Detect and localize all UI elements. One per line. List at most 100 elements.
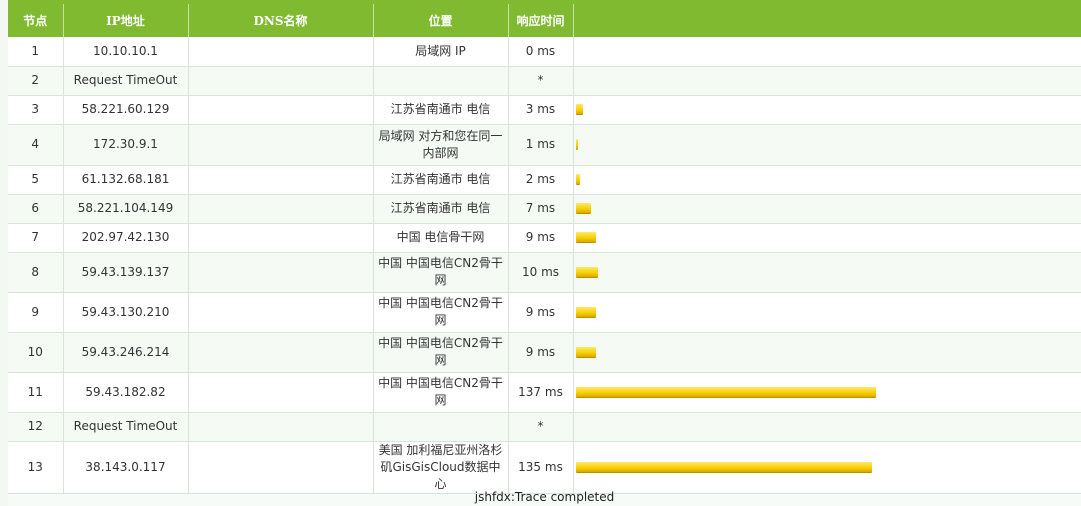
table-row: 13 38.143.0.117 美国 加利福尼亚州洛杉矶GisGisCloud数据中…	[8, 441, 1081, 494]
table-row: 1 10.10.10.1 局域网 IP 0 ms	[8, 37, 1081, 67]
latency-bar	[575, 346, 596, 358]
location-cell	[373, 412, 509, 442]
location-cell: 局域网 对方和您在同一内部网	[373, 124, 509, 166]
location-cell: 美国 加利福尼亚州洛杉矶GisGisCloud数据中心	[373, 441, 509, 494]
latency-bar	[575, 461, 872, 473]
dns-cell	[188, 165, 374, 195]
ip-cell: 59.43.246.214	[63, 332, 189, 373]
ip-cell: 59.43.139.137	[63, 252, 189, 293]
latency-bar	[575, 139, 578, 150]
table-row: 3 58.221.60.129 江苏省南通市 电信 3 ms	[8, 95, 1081, 125]
header-row: 节点 IP地址 DNS名称 位置 响应时间	[8, 4, 1081, 37]
bar-cell	[573, 124, 1081, 166]
trace-panel: 节点 IP地址 DNS名称 位置 响应时间 1 10.10.10.1 局域网 IP 0…	[8, 0, 1081, 506]
location-cell: 中国 中国电信CN2骨干网	[373, 252, 509, 293]
dns-cell	[188, 37, 374, 67]
time-cell: 1 ms	[508, 124, 574, 166]
time-cell: 0 ms	[508, 37, 574, 67]
dns-cell	[188, 223, 374, 253]
time-cell: 3 ms	[508, 95, 574, 125]
location-cell	[373, 66, 509, 96]
hop-cell: 8	[8, 252, 64, 293]
table-row: 5 61.132.68.181 江苏省南通市 电信 2 ms	[8, 165, 1081, 195]
ip-cell: 61.132.68.181	[63, 165, 189, 195]
table-row: 8 59.43.139.137 中国 中国电信CN2骨干网 10 ms	[8, 252, 1081, 293]
hop-cell: 6	[8, 194, 64, 224]
dns-cell	[188, 372, 374, 413]
ip-cell: 202.97.42.130	[63, 223, 189, 253]
bar-cell	[573, 95, 1081, 125]
time-cell: 2 ms	[508, 165, 574, 195]
ip-cell: Request TimeOut	[63, 66, 189, 96]
bar-cell	[573, 292, 1081, 333]
time-cell: 9 ms	[508, 332, 574, 373]
bar-cell	[573, 37, 1081, 67]
latency-bar	[575, 386, 876, 398]
latency-bar	[575, 104, 583, 115]
hop-cell: 10	[8, 332, 64, 373]
location-cell: 中国 中国电信CN2骨干网	[373, 332, 509, 373]
location-cell: 江苏省南通市 电信	[373, 194, 509, 224]
bar-cell	[573, 66, 1081, 96]
hop-cell: 1	[8, 37, 64, 67]
header-bar	[573, 4, 1081, 37]
bar-cell	[573, 332, 1081, 373]
location-cell: 中国 中国电信CN2骨干网	[373, 372, 509, 413]
bar-cell	[573, 252, 1081, 293]
header-hop: 节点	[8, 4, 64, 37]
bar-cell	[573, 165, 1081, 195]
latency-bar	[575, 306, 596, 318]
hop-cell: 4	[8, 124, 64, 166]
bar-cell	[573, 223, 1081, 253]
ip-cell: 172.30.9.1	[63, 124, 189, 166]
table-row: 2 Request TimeOut *	[8, 66, 1081, 96]
time-cell: *	[508, 66, 574, 96]
time-cell: 137 ms	[508, 372, 574, 413]
header-ip: IP地址	[63, 4, 189, 37]
hop-cell: 11	[8, 372, 64, 413]
dns-cell	[188, 124, 374, 166]
location-cell: 中国 中国电信CN2骨干网	[373, 292, 509, 333]
table-row: 9 59.43.130.210 中国 中国电信CN2骨干网 9 ms	[8, 292, 1081, 333]
time-cell: 10 ms	[508, 252, 574, 293]
bar-cell	[573, 372, 1081, 413]
bar-cell	[573, 412, 1081, 442]
dns-cell	[188, 66, 374, 96]
latency-bar	[575, 232, 596, 243]
ip-cell: Request TimeOut	[63, 412, 189, 442]
location-cell: 局域网 IP	[373, 37, 509, 67]
trace-table: 节点 IP地址 DNS名称 位置 响应时间 1 10.10.10.1 局域网 IP 0…	[8, 4, 1081, 494]
hop-cell: 13	[8, 441, 64, 494]
dns-cell	[188, 95, 374, 125]
hop-cell: 7	[8, 223, 64, 253]
table-row: 4 172.30.9.1 局域网 对方和您在同一内部网 1 ms	[8, 124, 1081, 166]
dns-cell	[188, 292, 374, 333]
latency-bar	[575, 203, 591, 214]
ip-cell: 58.221.60.129	[63, 95, 189, 125]
latency-bar	[575, 266, 598, 278]
time-cell: 7 ms	[508, 194, 574, 224]
time-cell: 135 ms	[508, 441, 574, 494]
hop-cell: 12	[8, 412, 64, 442]
location-cell: 中国 电信骨干网	[373, 223, 509, 253]
hop-cell: 3	[8, 95, 64, 125]
dns-cell	[188, 332, 374, 373]
dns-cell	[188, 441, 374, 494]
header-location: 位置	[373, 4, 509, 37]
trace-status: jshfdx:Trace completed	[474, 490, 615, 504]
table-row: 10 59.43.246.214 中国 中国电信CN2骨干网 9 ms	[8, 332, 1081, 373]
header-dns: DNS名称	[188, 4, 374, 37]
bar-cell	[573, 441, 1081, 494]
hop-cell: 2	[8, 66, 64, 96]
location-cell: 江苏省南通市 电信	[373, 95, 509, 125]
latency-bar	[575, 174, 580, 185]
hop-cell: 9	[8, 292, 64, 333]
time-cell: 9 ms	[508, 223, 574, 253]
location-cell: 江苏省南通市 电信	[373, 165, 509, 195]
table-row: 6 58.221.104.149 江苏省南通市 电信 7 ms	[8, 194, 1081, 224]
ip-cell: 58.221.104.149	[63, 194, 189, 224]
ip-cell: 59.43.130.210	[63, 292, 189, 333]
ip-cell: 10.10.10.1	[63, 37, 189, 67]
table-row: 11 59.43.182.82 中国 中国电信CN2骨干网 137 ms	[8, 372, 1081, 413]
bar-cell	[573, 194, 1081, 224]
